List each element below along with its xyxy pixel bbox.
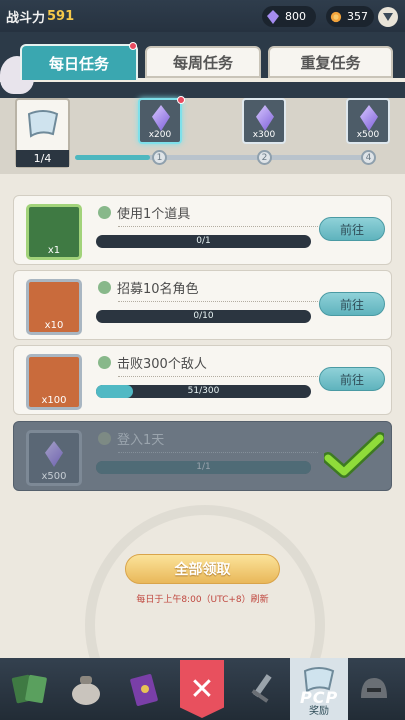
milestone-node-4: 4: [361, 150, 376, 165]
milestone-reward-qty: x500: [356, 130, 380, 140]
tab-weekly-label: 每周任务: [172, 53, 233, 72]
bag-icon: [72, 676, 100, 705]
gem-count: 800: [285, 10, 306, 23]
task-progress-count: 1/4: [16, 150, 69, 167]
nav-sword[interactable]: [238, 666, 282, 712]
book-icon: [130, 674, 158, 706]
task-card: x10 招募10名角色 0/10 前往: [13, 270, 392, 340]
task-card: x1 使用1个道具 0/1 前往: [13, 195, 392, 265]
gear-icon: [98, 206, 111, 219]
divider: [118, 452, 318, 453]
cards-icon: [11, 674, 47, 704]
gem-shape: [45, 441, 63, 467]
go-button[interactable]: 前往: [319, 292, 385, 316]
gem-icon: [267, 9, 279, 24]
divider: [118, 301, 318, 302]
go-button[interactable]: 前往: [319, 367, 385, 391]
tab-repeat[interactable]: 重复任务: [268, 46, 393, 78]
gem-counter[interactable]: 800: [262, 6, 316, 27]
progress-track-fill: [75, 155, 150, 160]
coin-icon: [330, 11, 342, 22]
close-icon: ✕: [189, 671, 215, 707]
task-reward-qty: x10: [44, 320, 64, 331]
tab-daily-label: 每日任务: [48, 54, 109, 73]
checkmark-icon: [324, 432, 384, 478]
gem-icon: [152, 105, 170, 131]
task-title: 登入1天: [98, 429, 164, 448]
dropdown-button[interactable]: [378, 7, 398, 27]
tab-repeat-label: 重复任务: [300, 53, 361, 72]
gear-icon: [98, 432, 111, 445]
milestone-reward-2[interactable]: x300: [242, 98, 286, 144]
task-reward-qty: x100: [41, 395, 67, 406]
milestone-node-2: 2: [257, 150, 272, 165]
chevron-down-icon: [383, 13, 393, 21]
task-progress-text: 1/1: [196, 462, 211, 472]
watermark-logo: PCP: [300, 688, 339, 707]
task-card: x100 击败300个敌人 51/300 前往: [13, 345, 392, 415]
task-title: 招募10名角色: [98, 278, 199, 297]
power-value: 591: [47, 8, 75, 24]
task-progress-text: 0/1: [196, 236, 211, 246]
task-progress-bar: 0/10: [96, 310, 311, 323]
task-progress-bar: 51/300: [96, 385, 311, 398]
task-progress-text: 0/10: [193, 311, 214, 321]
task-title: 击败300个敌人: [98, 353, 207, 372]
toolbox-icon: x1: [26, 204, 82, 260]
claim-all-button[interactable]: 全部领取: [125, 554, 280, 584]
gem-icon: [360, 105, 378, 131]
task-title: 使用1个道具: [98, 203, 190, 222]
nav-cards[interactable]: [8, 666, 52, 712]
sword-icon: [251, 674, 272, 703]
close-button[interactable]: ✕: [180, 660, 224, 718]
milestone-reward-qty: x200: [148, 130, 172, 140]
go-button[interactable]: 前往: [319, 217, 385, 241]
scroll-icon: [27, 110, 59, 138]
milestone-node-1: 1: [152, 150, 167, 165]
task-reward-qty: x500: [41, 471, 67, 482]
gem-icon: [256, 105, 274, 131]
gem-icon: x500: [26, 430, 82, 486]
nav-bag[interactable]: [64, 666, 108, 712]
nav-helmet[interactable]: [352, 666, 396, 712]
milestone-reward-3[interactable]: x500: [346, 98, 390, 144]
coin-count: 357: [347, 10, 368, 23]
task-progress-text: 51/300: [187, 386, 220, 396]
milestone-reward-qty: x300: [252, 130, 276, 140]
task-card-completed: x500 登入1天 1/1: [13, 421, 392, 491]
tab-daily-badge: [129, 42, 137, 50]
milestone-reward-badge: [177, 96, 185, 104]
tab-weekly[interactable]: 每周任务: [145, 46, 261, 78]
reset-note: 每日于上午8:00（UTC+8）刷新: [136, 595, 269, 605]
divider: [118, 376, 318, 377]
ticket-icon: x10: [26, 279, 82, 335]
gear-icon: [98, 281, 111, 294]
divider: [118, 226, 318, 227]
task-progress-bar: 0/1: [96, 235, 311, 248]
task-progress-bar: 1/1: [96, 461, 311, 474]
power-label: 战斗力: [6, 10, 46, 26]
helmet-icon: [361, 678, 387, 698]
coin-counter[interactable]: 357: [326, 6, 374, 27]
task-reward-qty: x1: [47, 245, 61, 256]
gear-icon: [98, 356, 111, 369]
milestone-reward-1[interactable]: x200: [138, 98, 182, 144]
ticket-icon: x100: [26, 354, 82, 410]
tab-daily[interactable]: 每日任务: [20, 44, 138, 80]
nav-book[interactable]: [122, 666, 166, 712]
